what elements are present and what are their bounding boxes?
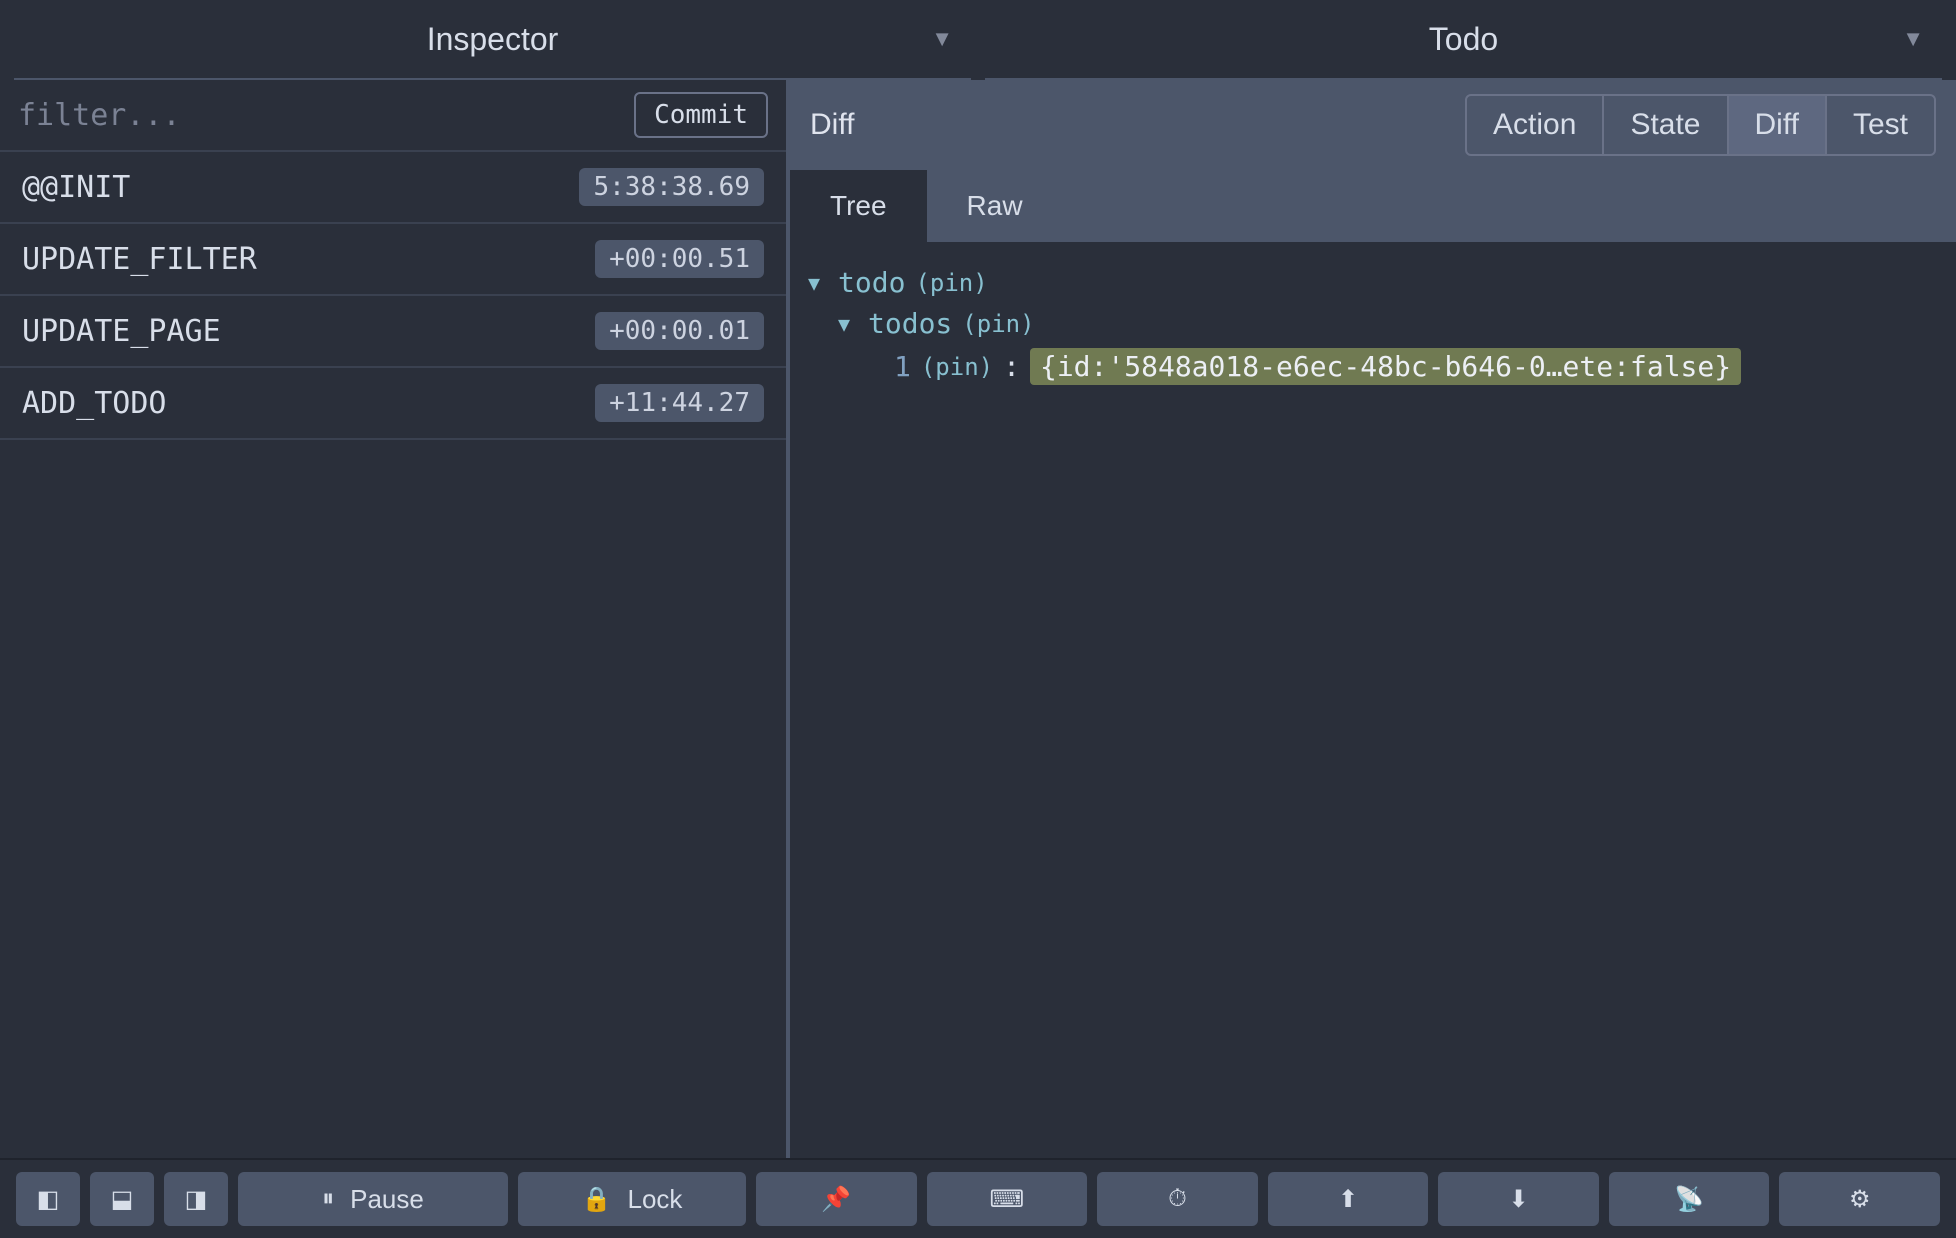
chevron-down-icon: ▼: [931, 26, 953, 52]
sub-tab-tree[interactable]: Tree: [790, 170, 927, 242]
view-tab-state[interactable]: State: [1604, 96, 1728, 154]
action-time: +11:44.27: [595, 384, 764, 422]
download-button[interactable]: ⬇: [1438, 1172, 1599, 1226]
pause-icon: ⏸: [322, 1185, 334, 1213]
tree-key: todo: [838, 266, 905, 299]
action-item[interactable]: ADD_TODO +11:44.27: [0, 368, 786, 440]
inspector-dropdown[interactable]: Inspector ▼: [14, 0, 971, 80]
right-panel-title: Diff: [810, 108, 854, 142]
chevron-down-icon: ▼: [1902, 26, 1924, 52]
tree-key: todos: [868, 307, 952, 340]
pause-label: Pause: [350, 1184, 424, 1215]
pin-button[interactable]: 📌: [756, 1172, 917, 1226]
pin-label: (pin): [921, 353, 993, 381]
commit-button[interactable]: Commit: [634, 92, 768, 138]
pin-label: (pin): [962, 310, 1034, 338]
inspector-label: Inspector: [427, 21, 559, 58]
tree-colon: :: [1003, 350, 1020, 383]
action-time: 5:38:38.69: [579, 168, 764, 206]
tree-node-child[interactable]: ▼ todos (pin): [808, 303, 1938, 344]
view-tab-test[interactable]: Test: [1827, 96, 1934, 154]
tree-body: ▼ todo (pin) ▼ todos (pin) 1 (pin): {id:…: [790, 242, 1956, 1158]
pin-icon: 📌: [821, 1185, 851, 1214]
action-name: UPDATE_PAGE: [22, 314, 221, 349]
dock-left-icon: ◧: [37, 1185, 60, 1214]
instance-label: Todo: [1429, 21, 1498, 58]
remote-button[interactable]: 📡: [1609, 1172, 1770, 1226]
tree-node-root[interactable]: ▼ todo (pin): [808, 262, 1938, 303]
caret-down-icon: ▼: [838, 312, 858, 336]
lock-icon: 🔒: [582, 1185, 612, 1214]
action-item[interactable]: @@INIT 5:38:38.69: [0, 152, 786, 224]
action-name: @@INIT: [22, 170, 130, 205]
sub-tabs: TreeRaw: [790, 170, 1956, 242]
action-name: ADD_TODO: [22, 386, 167, 421]
broadcast-icon: 📡: [1674, 1185, 1704, 1214]
lock-label: Lock: [627, 1184, 682, 1215]
dock-right-button[interactable]: ◨: [164, 1172, 228, 1226]
sub-tab-raw[interactable]: Raw: [927, 170, 1063, 242]
caret-down-icon: ▼: [808, 271, 828, 295]
action-item[interactable]: UPDATE_PAGE +00:00.01: [0, 296, 786, 368]
tree-index: 1: [894, 350, 911, 383]
action-time: +00:00.01: [595, 312, 764, 350]
download-icon: ⬇: [1509, 1185, 1529, 1214]
pause-button[interactable]: ⏸ Pause: [238, 1172, 508, 1226]
keyboard-button[interactable]: ⌨: [927, 1172, 1088, 1226]
dock-bottom-icon: ⬓: [111, 1185, 134, 1214]
stopwatch-button[interactable]: ⏱: [1097, 1172, 1258, 1226]
pin-label: (pin): [915, 269, 987, 297]
filter-input[interactable]: [18, 98, 620, 133]
dock-bottom-button[interactable]: ⬓: [90, 1172, 154, 1226]
action-name: UPDATE_FILTER: [22, 242, 257, 277]
upload-icon: ⬆: [1338, 1185, 1358, 1214]
view-tab-action[interactable]: Action: [1467, 96, 1604, 154]
dock-right-icon: ◨: [185, 1185, 208, 1214]
keyboard-icon: ⌨: [990, 1185, 1025, 1214]
action-list: @@INIT5:38:38.69UPDATE_FILTER+00:00.51UP…: [0, 152, 786, 1158]
settings-button[interactable]: ⚙: [1779, 1172, 1940, 1226]
tree-node-leaf[interactable]: 1 (pin): {id:'5848a018-e6ec-48bc-b646-0……: [808, 344, 1938, 389]
view-tabs: ActionStateDiffTest: [1465, 94, 1936, 156]
upload-button[interactable]: ⬆: [1268, 1172, 1429, 1226]
tree-value: {id:'5848a018-e6ec-48bc-b646-0…ete:false…: [1030, 348, 1741, 385]
dock-left-button[interactable]: ◧: [16, 1172, 80, 1226]
lock-button[interactable]: 🔒 Lock: [518, 1172, 746, 1226]
view-tab-diff[interactable]: Diff: [1729, 96, 1827, 154]
instance-dropdown[interactable]: Todo ▼: [985, 0, 1942, 80]
action-item[interactable]: UPDATE_FILTER +00:00.51: [0, 224, 786, 296]
action-time: +00:00.51: [595, 240, 764, 278]
gear-icon: ⚙: [1849, 1185, 1871, 1214]
stopwatch-icon: ⏱: [1168, 1185, 1187, 1213]
